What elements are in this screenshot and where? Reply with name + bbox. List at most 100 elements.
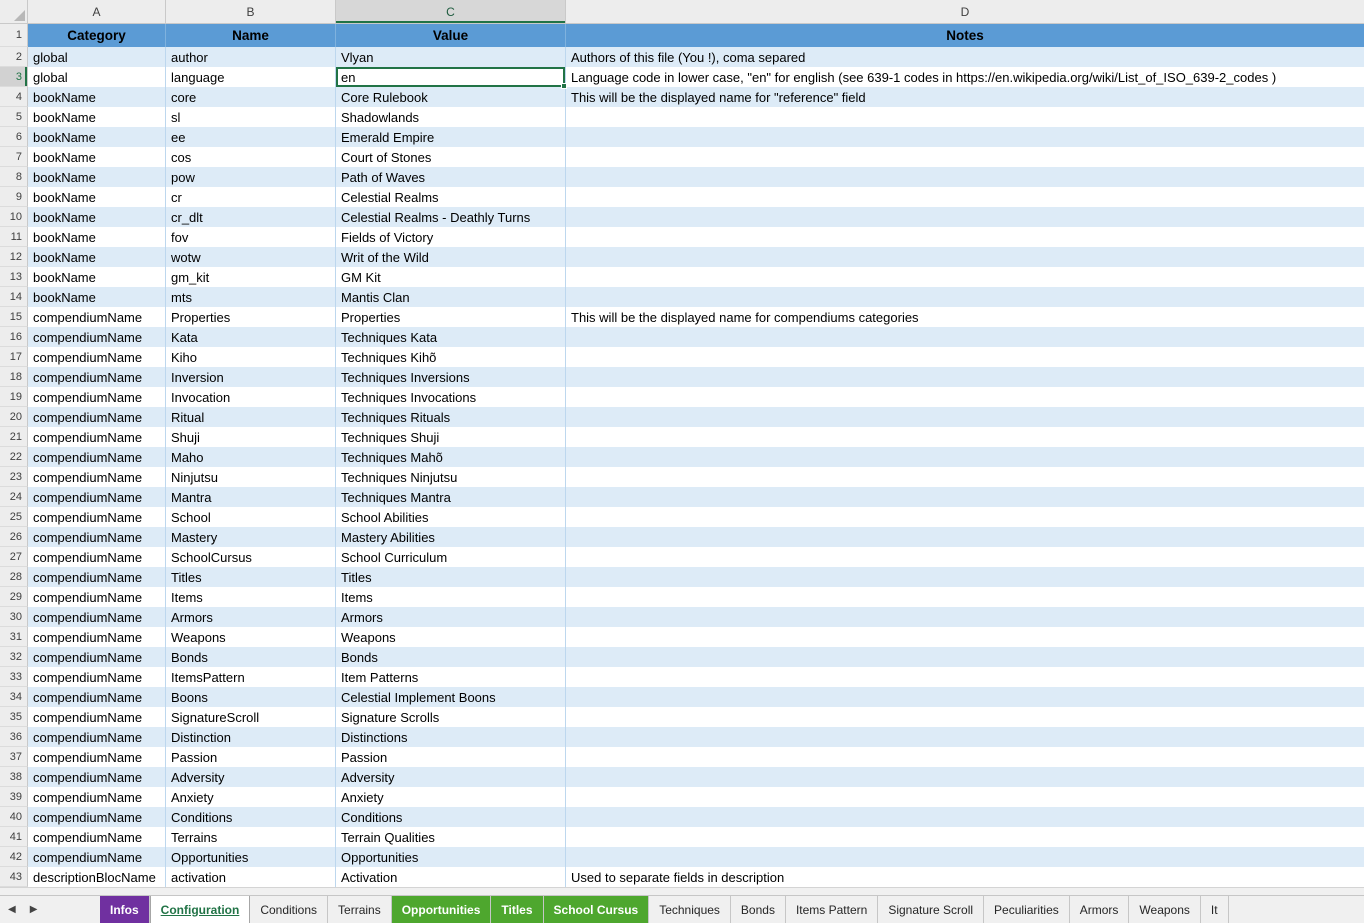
row-header-5[interactable]: 5 <box>0 107 28 127</box>
row-header-16[interactable]: 16 <box>0 327 28 347</box>
cell-B10[interactable]: cr_dlt <box>166 207 336 227</box>
row-header-8[interactable]: 8 <box>0 167 28 187</box>
cell-A2[interactable]: global <box>28 47 166 67</box>
cell-A26[interactable]: compendiumName <box>28 527 166 547</box>
cell-A23[interactable]: compendiumName <box>28 467 166 487</box>
cell-C15[interactable]: Properties <box>336 307 566 327</box>
cell-B32[interactable]: Bonds <box>166 647 336 667</box>
cell-A22[interactable]: compendiumName <box>28 447 166 467</box>
cell-B9[interactable]: cr <box>166 187 336 207</box>
cell-C26[interactable]: Mastery Abilities <box>336 527 566 547</box>
cell-D15[interactable]: This will be the displayed name for comp… <box>566 307 1364 327</box>
row-header-13[interactable]: 13 <box>0 267 28 287</box>
cell-D42[interactable] <box>566 847 1364 867</box>
cell-B23[interactable]: Ninjutsu <box>166 467 336 487</box>
cell-D41[interactable] <box>566 827 1364 847</box>
cell-A21[interactable]: compendiumName <box>28 427 166 447</box>
cell-A41[interactable]: compendiumName <box>28 827 166 847</box>
cell-C28[interactable]: Titles <box>336 567 566 587</box>
cell-D3[interactable]: Language code in lower case, "en" for en… <box>566 67 1364 87</box>
cell-D21[interactable] <box>566 427 1364 447</box>
row-header-11[interactable]: 11 <box>0 227 28 247</box>
cell-B12[interactable]: wotw <box>166 247 336 267</box>
cell-C13[interactable]: GM Kit <box>336 267 566 287</box>
cell-B37[interactable]: Passion <box>166 747 336 767</box>
cell-B8[interactable]: pow <box>166 167 336 187</box>
cell-A15[interactable]: compendiumName <box>28 307 166 327</box>
cell-D38[interactable] <box>566 767 1364 787</box>
cell-C35[interactable]: Signature Scrolls <box>336 707 566 727</box>
cell-C8[interactable]: Path of Waves <box>336 167 566 187</box>
cell-C29[interactable]: Items <box>336 587 566 607</box>
cell-B3[interactable]: language <box>166 67 336 87</box>
column-header-d[interactable]: D <box>566 0 1364 23</box>
cell-D23[interactable] <box>566 467 1364 487</box>
cell-B38[interactable]: Adversity <box>166 767 336 787</box>
cell-D32[interactable] <box>566 647 1364 667</box>
sheet-tab-infos[interactable]: Infos <box>100 896 150 923</box>
row-header-10[interactable]: 10 <box>0 207 28 227</box>
row-header-42[interactable]: 42 <box>0 847 28 867</box>
cell-C19[interactable]: Techniques Invocations <box>336 387 566 407</box>
sheet-tab-weapons[interactable]: Weapons <box>1129 896 1200 923</box>
cell-D43[interactable]: Used to separate fields in description <box>566 867 1364 887</box>
cell-C17[interactable]: Techniques Kihõ <box>336 347 566 367</box>
sheet-tab-terrains[interactable]: Terrains <box>328 896 392 923</box>
row-header-20[interactable]: 20 <box>0 407 28 427</box>
sheet-tab-titles[interactable]: Titles <box>491 896 543 923</box>
cell-C24[interactable]: Techniques Mantra <box>336 487 566 507</box>
cell-A20[interactable]: compendiumName <box>28 407 166 427</box>
row-header-6[interactable]: 6 <box>0 127 28 147</box>
sheet-tab-school-cursus[interactable]: School Cursus <box>544 896 650 923</box>
cell-A10[interactable]: bookName <box>28 207 166 227</box>
cell-A40[interactable]: compendiumName <box>28 807 166 827</box>
tabs-scroll-left-icon[interactable]: ◀ <box>8 905 16 915</box>
row-header-2[interactable]: 2 <box>0 47 28 67</box>
cell-D34[interactable] <box>566 687 1364 707</box>
cell-D5[interactable] <box>566 107 1364 127</box>
cell-C34[interactable]: Celestial Implement Boons <box>336 687 566 707</box>
cell-C1-value-header[interactable]: Value <box>336 24 566 47</box>
row-header-40[interactable]: 40 <box>0 807 28 827</box>
select-all-corner[interactable] <box>0 0 28 23</box>
cell-B15[interactable]: Properties <box>166 307 336 327</box>
cell-B1-name-header[interactable]: Name <box>166 24 336 47</box>
cell-A43[interactable]: descriptionBlocName <box>28 867 166 887</box>
cell-D10[interactable] <box>566 207 1364 227</box>
row-header-39[interactable]: 39 <box>0 787 28 807</box>
cell-B27[interactable]: SchoolCursus <box>166 547 336 567</box>
cell-B19[interactable]: Invocation <box>166 387 336 407</box>
sheet-tab-conditions[interactable]: Conditions <box>250 896 328 923</box>
cell-D12[interactable] <box>566 247 1364 267</box>
cell-C31[interactable]: Weapons <box>336 627 566 647</box>
row-header-25[interactable]: 25 <box>0 507 28 527</box>
cell-C36[interactable]: Distinctions <box>336 727 566 747</box>
row-header-15[interactable]: 15 <box>0 307 28 327</box>
cell-B31[interactable]: Weapons <box>166 627 336 647</box>
cell-D6[interactable] <box>566 127 1364 147</box>
cell-A28[interactable]: compendiumName <box>28 567 166 587</box>
cell-B18[interactable]: Inversion <box>166 367 336 387</box>
cell-C14[interactable]: Mantis Clan <box>336 287 566 307</box>
sheet-tab-techniques[interactable]: Techniques <box>649 896 731 923</box>
row-header-21[interactable]: 21 <box>0 427 28 447</box>
row-header-29[interactable]: 29 <box>0 587 28 607</box>
cell-A24[interactable]: compendiumName <box>28 487 166 507</box>
row-header-31[interactable]: 31 <box>0 627 28 647</box>
cell-C6[interactable]: Emerald Empire <box>336 127 566 147</box>
cell-A7[interactable]: bookName <box>28 147 166 167</box>
cell-C41[interactable]: Terrain Qualities <box>336 827 566 847</box>
cell-C2[interactable]: Vlyan <box>336 47 566 67</box>
cell-C33[interactable]: Item Patterns <box>336 667 566 687</box>
cell-D28[interactable] <box>566 567 1364 587</box>
cell-C18[interactable]: Techniques Inversions <box>336 367 566 387</box>
cell-D7[interactable] <box>566 147 1364 167</box>
row-header-14[interactable]: 14 <box>0 287 28 307</box>
row-header-1[interactable]: 1 <box>0 24 28 47</box>
cell-D22[interactable] <box>566 447 1364 467</box>
cell-D11[interactable] <box>566 227 1364 247</box>
row-header-32[interactable]: 32 <box>0 647 28 667</box>
cell-A31[interactable]: compendiumName <box>28 627 166 647</box>
cell-B42[interactable]: Opportunities <box>166 847 336 867</box>
column-header-c-selected[interactable]: C <box>336 0 566 23</box>
